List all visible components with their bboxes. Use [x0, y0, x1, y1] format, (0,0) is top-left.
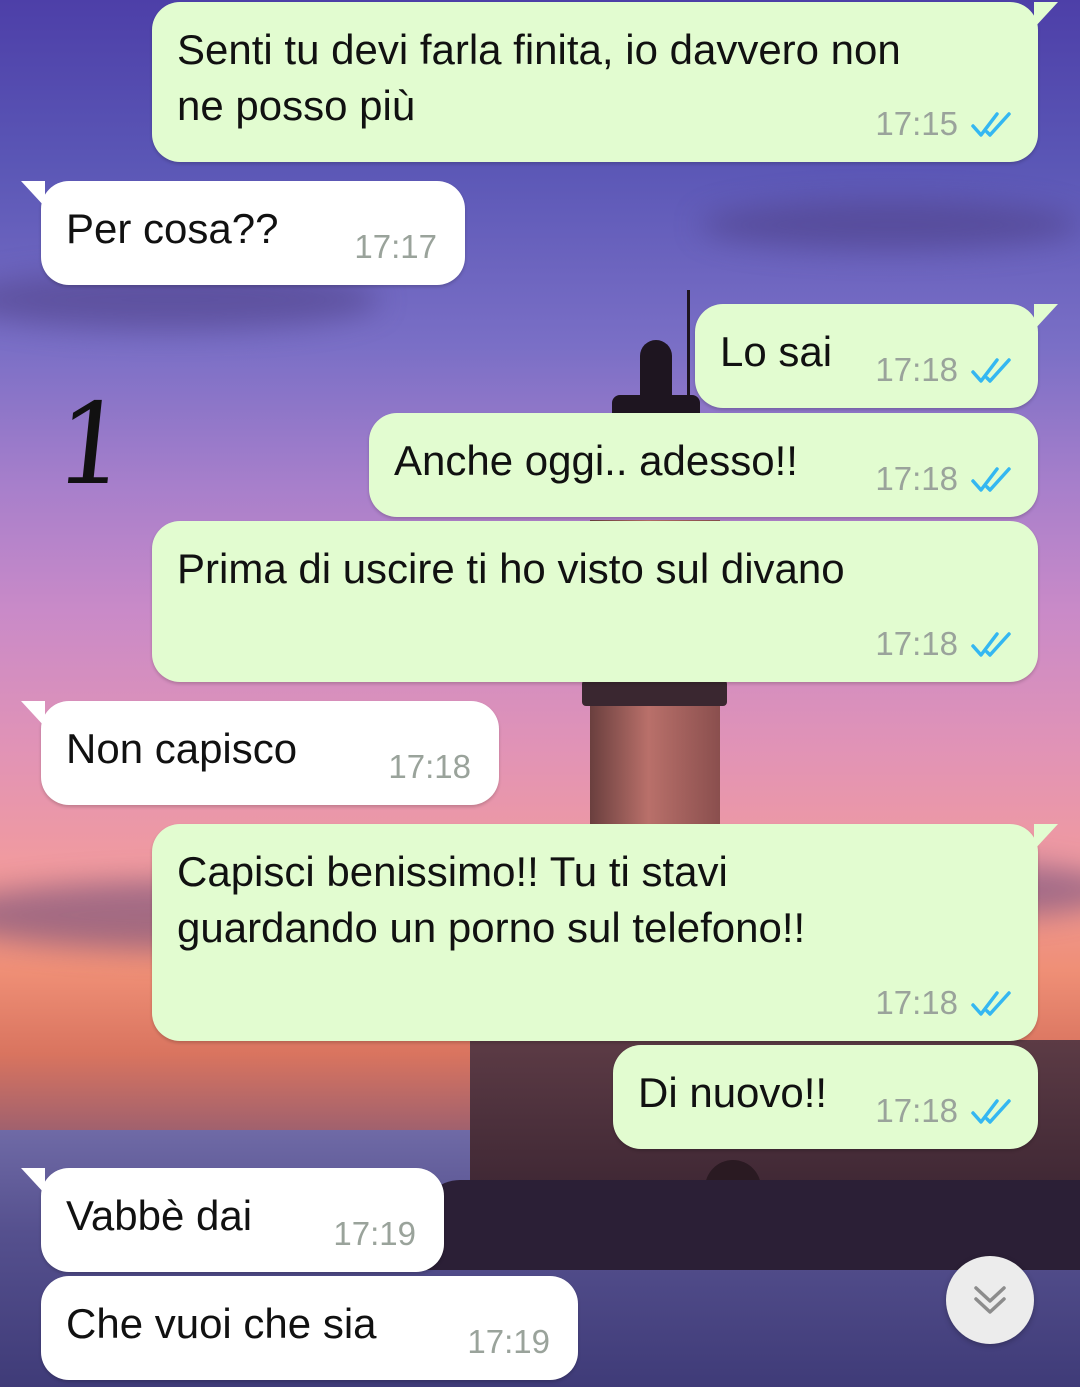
message-incoming[interactable]: Per cosa?? 17:17 [21, 181, 465, 285]
message-time: 17:18 [875, 625, 958, 662]
message-incoming[interactable]: Non capisco 17:18 [21, 701, 499, 805]
message-time: 17:18 [875, 460, 958, 497]
chat-screen: 1 Senti tu devi farla finita, io davvero… [0, 0, 1080, 1387]
message-time: 17:19 [333, 1215, 416, 1252]
message-time: 17:15 [875, 105, 958, 142]
double-check-read-icon [971, 632, 1011, 657]
message-text: Lo sai [720, 328, 833, 375]
message-text: Senti tu devi farla finita, io davvero n… [177, 26, 901, 129]
double-check-read-icon [971, 467, 1011, 492]
message-text: Per cosa?? [66, 205, 279, 252]
message-outgoing[interactable]: Capisci benissimo!! Tu ti stavi guardand… [152, 824, 1058, 1041]
message-time: 17:18 [875, 351, 958, 388]
message-outgoing[interactable]: Senti tu devi farla finita, io davvero n… [152, 2, 1058, 162]
message-time: 17:18 [875, 1092, 958, 1129]
double-check-read-icon [971, 112, 1011, 137]
message-text: Non capisco [66, 725, 298, 772]
message-incoming[interactable]: Che vuoi che sia 17:19 [41, 1276, 578, 1380]
message-text: Vabbè dai [66, 1192, 253, 1239]
double-check-read-icon [971, 991, 1011, 1016]
message-text: Capisci benissimo!! Tu ti stavi guardand… [177, 848, 806, 951]
scroll-to-bottom-button[interactable] [946, 1256, 1034, 1344]
double-check-read-icon [971, 1099, 1011, 1124]
message-time: 17:18 [875, 984, 958, 1021]
message-outgoing[interactable]: Anche oggi.. adesso!! 17:18 [369, 413, 1038, 517]
message-incoming[interactable]: Vabbè dai 17:19 [21, 1168, 444, 1272]
message-text: Che vuoi che sia [66, 1300, 377, 1347]
message-text: Di nuovo!! [638, 1069, 828, 1116]
double-check-read-icon [971, 358, 1011, 383]
handwritten-annotation: 1 [49, 380, 135, 510]
message-text: Anche oggi.. adesso!! [394, 437, 798, 484]
message-time: 17:17 [354, 228, 437, 265]
message-time: 17:19 [467, 1323, 550, 1360]
double-chevron-down-icon [974, 1286, 1006, 1314]
message-text: Prima di uscire ti ho visto sul divano [177, 545, 845, 592]
message-outgoing[interactable]: Lo sai 17:18 [695, 304, 1058, 408]
message-outgoing[interactable]: Prima di uscire ti ho visto sul divano 1… [152, 521, 1038, 682]
message-time: 17:18 [388, 748, 471, 785]
message-outgoing[interactable]: Di nuovo!! 17:18 [613, 1045, 1038, 1149]
